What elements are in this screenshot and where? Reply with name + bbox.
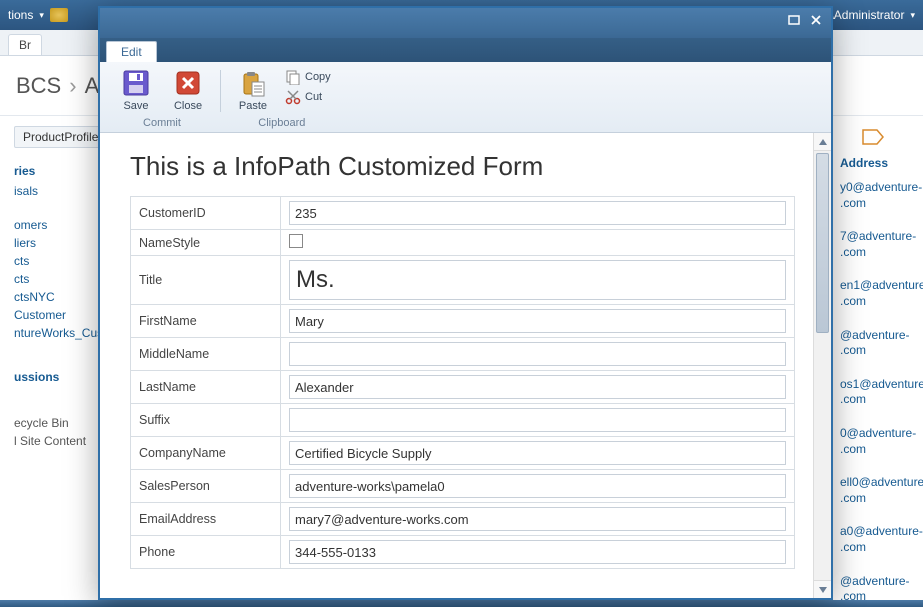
copy-button[interactable]: Copy (283, 68, 333, 86)
chevron-down-icon (818, 586, 828, 594)
input-salesperson[interactable] (289, 474, 786, 498)
scroll-down-button[interactable] (814, 580, 831, 598)
input-emailaddress[interactable] (289, 507, 786, 531)
cut-button[interactable]: Cut (283, 88, 333, 106)
label-phone: Phone (131, 536, 281, 569)
input-title[interactable] (289, 260, 786, 300)
ribbon-tab-row: Edit (100, 38, 831, 62)
maximize-icon (788, 15, 800, 25)
label-firstname: FirstName (131, 305, 281, 338)
row-phone: Phone (131, 536, 795, 569)
label-salesperson: SalesPerson (131, 470, 281, 503)
paste-button[interactable]: Paste (231, 66, 275, 114)
row-middlename: MiddleName (131, 338, 795, 371)
form-heading: This is a InfoPath Customized Form (130, 151, 795, 182)
row-namestyle: NameStyle (131, 230, 795, 256)
input-suffix[interactable] (289, 408, 786, 432)
save-icon (121, 68, 151, 98)
row-suffix: Suffix (131, 404, 795, 437)
checkbox-namestyle[interactable] (289, 234, 303, 248)
row-salesperson: SalesPerson (131, 470, 795, 503)
close-form-icon (173, 68, 203, 98)
ribbon-group-commit-label: Commit (143, 116, 181, 130)
ribbon-tab-edit[interactable]: Edit (106, 41, 157, 62)
cut-label: Cut (305, 91, 322, 103)
label-customerid: CustomerID (131, 197, 281, 230)
input-middlename[interactable] (289, 342, 786, 366)
input-lastname[interactable] (289, 375, 786, 399)
row-customerid: CustomerID (131, 197, 795, 230)
save-label: Save (123, 100, 148, 112)
form-scroll-area[interactable]: This is a InfoPath Customized Form Custo… (100, 133, 813, 598)
label-middlename: MiddleName (131, 338, 281, 371)
ribbon-group-commit: Save Close Commit (106, 66, 218, 130)
label-companyname: CompanyName (131, 437, 281, 470)
label-title: Title (131, 256, 281, 305)
label-emailaddress: EmailAddress (131, 503, 281, 536)
close-icon (810, 15, 822, 25)
ribbon: Save Close Commit Paste (100, 62, 831, 133)
input-companyname[interactable] (289, 441, 786, 465)
ribbon-group-clipboard: Paste Copy Cut Clipboard (223, 66, 341, 130)
paste-label: Paste (239, 100, 267, 112)
input-phone[interactable] (289, 540, 786, 564)
save-button[interactable]: Save (114, 66, 158, 114)
row-emailaddress: EmailAddress (131, 503, 795, 536)
edit-item-dialog: Edit Save Close Commit (98, 6, 833, 600)
scroll-thumb[interactable] (816, 153, 829, 333)
vertical-scrollbar[interactable] (813, 133, 831, 598)
label-namestyle: NameStyle (131, 230, 281, 256)
input-firstname[interactable] (289, 309, 786, 333)
close-button[interactable] (807, 12, 825, 28)
label-lastname: LastName (131, 371, 281, 404)
form-table: CustomerID NameStyle Title FirstName (130, 196, 795, 569)
copy-label: Copy (305, 71, 331, 83)
row-firstname: FirstName (131, 305, 795, 338)
ribbon-group-clipboard-label: Clipboard (258, 116, 305, 130)
chevron-up-icon (818, 138, 828, 146)
cut-icon (285, 89, 301, 105)
row-title: Title (131, 256, 795, 305)
close-form-button[interactable]: Close (166, 66, 210, 114)
modal-overlay: Edit Save Close Commit (0, 0, 923, 607)
copy-icon (285, 69, 301, 85)
scroll-up-button[interactable] (814, 133, 831, 151)
dialog-body: This is a InfoPath Customized Form Custo… (100, 133, 831, 598)
input-customerid[interactable] (289, 201, 786, 225)
paste-icon (238, 68, 268, 98)
row-lastname: LastName (131, 371, 795, 404)
maximize-button[interactable] (785, 12, 803, 28)
label-suffix: Suffix (131, 404, 281, 437)
close-label: Close (174, 100, 202, 112)
row-companyname: CompanyName (131, 437, 795, 470)
ribbon-separator (220, 70, 221, 112)
